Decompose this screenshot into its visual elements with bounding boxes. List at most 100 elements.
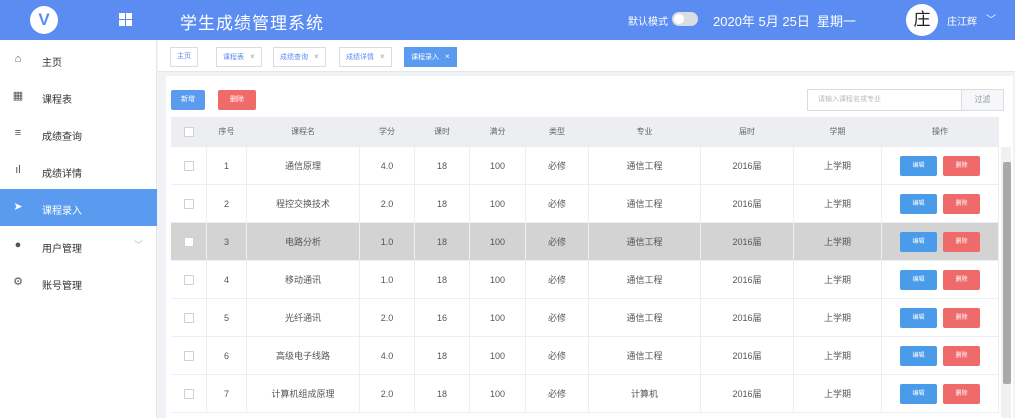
table-row[interactable]: 6 高级电子线路 4.0 18 100 必修 通信工程 2016届 上学期 编辑 删除 — [171, 337, 999, 375]
tab-label: 成绩详情 — [346, 54, 374, 61]
tab-3[interactable]: 成绩查询 × — [273, 47, 326, 67]
table-row[interactable]: 3 电路分析 1.0 18 100 必修 通信工程 2016届 上学期 编辑 删除 — [171, 223, 999, 261]
tab-1[interactable]: 主页 — [170, 47, 198, 67]
row-checkbox[interactable] — [183, 312, 194, 323]
edit-button[interactable]: 编辑 — [900, 383, 937, 404]
year-cell: 2016届 — [701, 223, 794, 260]
hours-cell: 18 — [415, 185, 470, 222]
avatar[interactable]: 庄 — [906, 4, 938, 36]
type-cell: 必修 — [526, 299, 589, 336]
edit-button[interactable]: 编辑 — [900, 269, 937, 290]
send-icon: ➤ — [13, 201, 23, 213]
close-icon[interactable]: × — [380, 52, 385, 61]
scrollbar-thumb[interactable] — [1003, 162, 1011, 384]
row-checkbox[interactable] — [183, 388, 194, 399]
tab-4[interactable]: 成绩详情 × — [339, 47, 392, 67]
tab-2[interactable]: 课程表 × — [216, 47, 262, 67]
row-delete-button[interactable]: 删除 — [943, 193, 980, 214]
row-delete-button[interactable]: 删除 — [943, 307, 980, 328]
tab-5[interactable]: 课程录入 × — [404, 47, 457, 67]
close-icon[interactable]: × — [445, 52, 450, 61]
type-cell: 必修 — [526, 337, 589, 374]
row-delete-button[interactable]: 删除 — [943, 345, 980, 366]
edit-button[interactable]: 编辑 — [900, 193, 937, 214]
major-cell: 通信工程 — [589, 223, 701, 260]
header-cell: 学期 — [794, 117, 882, 146]
hours-cell: 18 — [415, 147, 470, 184]
term-cell: 上学期 — [794, 223, 882, 260]
row-delete-button[interactable]: 删除 — [943, 231, 980, 252]
close-icon[interactable]: × — [314, 52, 319, 61]
close-icon[interactable]: × — [250, 52, 255, 61]
row-delete-button[interactable]: 删除 — [943, 383, 980, 404]
row-delete-button[interactable]: 删除 — [943, 269, 980, 290]
row-checkbox[interactable] — [183, 160, 194, 171]
sidebar-item-2[interactable]: ▦ 课程表 — [0, 78, 157, 115]
header-cell: 学分 — [360, 117, 415, 146]
filter-button[interactable]: 过滤 — [961, 89, 1004, 111]
no-cell: 1 — [207, 147, 247, 184]
row-checkbox[interactable] — [183, 350, 194, 361]
table-row[interactable]: 2 程控交换技术 2.0 18 100 必修 通信工程 2016届 上学期 编辑 删除 — [171, 185, 999, 223]
delete-button[interactable]: 删除 — [218, 90, 256, 110]
major-cell: 通信工程 — [589, 185, 701, 222]
sidebar-item-1[interactable]: ⌂ 主页 — [0, 41, 157, 78]
name-cell: 电路分析 — [247, 223, 360, 260]
edit-button[interactable]: 编辑 — [900, 345, 937, 366]
checkbox-cell — [171, 375, 207, 412]
row-checkbox[interactable] — [183, 236, 194, 247]
table-row[interactable]: 4 移动通讯 1.0 18 100 必修 通信工程 2016届 上学期 编辑 删除 — [171, 261, 999, 299]
no-cell: 4 — [207, 261, 247, 298]
add-button[interactable]: 新增 — [171, 90, 205, 110]
user-name[interactable]: 庄江辉 — [947, 13, 977, 28]
type-cell: 必修 — [526, 223, 589, 260]
actions-cell: 编辑 删除 — [882, 299, 999, 336]
type-cell: 必修 — [526, 185, 589, 222]
sidebar-item-4[interactable]: ıl 成绩详情 — [0, 152, 157, 189]
actions-cell: 编辑 删除 — [882, 185, 999, 222]
sidebar-item-3[interactable]: ≡ 成绩查询 — [0, 115, 157, 152]
chevron-down-icon[interactable]: ﹀ — [134, 238, 143, 251]
gear-icon: ⚙ — [13, 276, 23, 288]
edit-button[interactable]: 编辑 — [900, 231, 937, 252]
year-cell: 2016届 — [701, 337, 794, 374]
checkbox-cell — [171, 337, 207, 374]
sidebar-item-label: 课程表 — [42, 95, 72, 106]
tab-label: 课程录入 — [411, 54, 439, 61]
menu-grid-icon[interactable] — [119, 13, 132, 26]
major-cell: 计算机 — [589, 375, 701, 412]
mode-toggle[interactable] — [672, 12, 698, 26]
table-row[interactable]: 5 光纤通讯 2.0 16 100 必修 通信工程 2016届 上学期 编辑 删除 — [171, 299, 999, 337]
sidebar-item-5[interactable]: ➤ 课程录入 — [0, 189, 157, 226]
header-cell: 序号 — [207, 117, 247, 146]
checkbox-cell — [171, 223, 207, 260]
sidebar-item-7[interactable]: ⚙ 账号管理 — [0, 264, 157, 301]
no-cell: 5 — [207, 299, 247, 336]
edit-button[interactable]: 编辑 — [900, 307, 937, 328]
table-row[interactable]: 7 计算机组成原理 2.0 18 100 必修 计算机 2016届 上学期 编辑 删除 — [171, 375, 999, 413]
tab-bar: 主页 课程表 × 成绩查询 × 成绩详情 × 课程录入 × — [158, 40, 1015, 72]
sidebar-item-label: 主页 — [42, 58, 62, 69]
main-content: 新增 删除 请输入课程名或专业 过滤 序号 课程名 学分 课时 满分 类型 专业 届时 学期 操作… — [158, 72, 1015, 418]
select-all-cell[interactable] — [171, 117, 207, 146]
sidebar-item-6[interactable]: ● 用户管理 ﹀ — [0, 227, 157, 264]
header-cell: 课程名 — [247, 117, 360, 146]
tab-label: 课程表 — [223, 54, 244, 61]
sidebar-item-label: 成绩查询 — [42, 132, 82, 143]
no-cell: 3 — [207, 223, 247, 260]
row-checkbox[interactable] — [183, 198, 194, 209]
search-input[interactable]: 请输入课程名或专业 — [807, 89, 961, 111]
user-icon: ● — [14, 239, 22, 251]
table-row[interactable]: 1 通信原理 4.0 18 100 必修 通信工程 2016届 上学期 编辑 删除 — [171, 147, 999, 185]
select-all-checkbox[interactable] — [183, 126, 194, 137]
edit-button[interactable]: 编辑 — [900, 155, 937, 176]
actions-cell: 编辑 删除 — [882, 261, 999, 298]
row-delete-button[interactable]: 删除 — [943, 155, 980, 176]
major-cell: 通信工程 — [589, 261, 701, 298]
term-cell: 上学期 — [794, 261, 882, 298]
full-score-cell: 100 — [470, 147, 526, 184]
current-weekday: 星期一 — [817, 14, 857, 29]
row-checkbox[interactable] — [183, 274, 194, 285]
checkbox-cell — [171, 185, 207, 222]
chevron-down-icon[interactable]: ﹀ — [986, 11, 996, 26]
